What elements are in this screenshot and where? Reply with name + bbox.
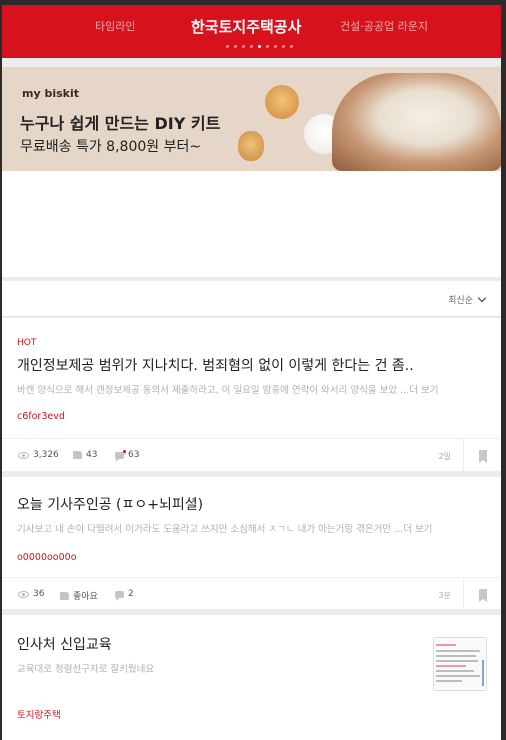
- post-title[interactable]: 개인정보제공 범위가 지나치다. 범죄혐의 없이 이렇게 한다는 건 좀..: [17, 355, 414, 375]
- ad-brand: my biskit: [22, 87, 79, 100]
- comments-count: 2: [128, 589, 134, 599]
- comments-count: 63: [128, 450, 140, 460]
- page-dot[interactable]: [290, 45, 293, 48]
- post-time: 2일: [438, 452, 451, 461]
- comment-button[interactable]: 2: [115, 589, 134, 601]
- app-screen: 타임라인 한국토지주택공사 건설·공공업 라운지 my biskit 누구나 쉽…: [2, 5, 501, 740]
- ad-headline: 누구나 쉽게 만드는 DIY 키트: [20, 114, 221, 133]
- post-stats: 36 좋아요 2 3분: [2, 577, 501, 611]
- ad-banner[interactable]: my biskit 누구나 쉽게 만드는 DIY 키트 무료배송 특가 8,80…: [2, 67, 501, 171]
- page-dot[interactable]: [242, 45, 245, 48]
- post-excerpt: 교육대로 청렴선구자로 잘키웠네요: [17, 661, 417, 675]
- post-card[interactable]: 오늘 기사주인공 (ㅍㅇ+뇌피셜) 기사보고 내 손이 다떨려서 이거라도 도움…: [2, 477, 501, 611]
- comment-icon: [115, 590, 124, 601]
- hot-badge: HOT: [17, 338, 37, 348]
- post-title[interactable]: 오늘 기사주인공 (ㅍㅇ+뇌피셜): [17, 494, 203, 514]
- tab-timeline[interactable]: 타임라인: [95, 18, 135, 34]
- comment-button[interactable]: 63: [115, 449, 140, 462]
- eye-icon: [18, 590, 29, 598]
- views-stat: 36: [18, 589, 44, 599]
- page-dot[interactable]: [258, 45, 261, 48]
- views-stat: 3,326: [18, 450, 59, 460]
- post-excerpt-text: 바캔 양식으로 해서 갠정보제공 동의서 제출하라고, 이 일요일 밤중에 연락…: [17, 385, 398, 396]
- post-excerpt: 바캔 양식으로 해서 갠정보제공 동의서 제출하라고, 이 일요일 밤중에 연락…: [17, 382, 487, 396]
- post-author[interactable]: c6for3evd: [17, 411, 65, 422]
- thumbs-up-icon: [73, 451, 82, 459]
- post-author[interactable]: o0000oo00o: [17, 552, 77, 563]
- ad-blank-area: [2, 171, 501, 277]
- likes-count: 43: [86, 450, 98, 460]
- post-card[interactable]: HOT 개인정보제공 범위가 지나치다. 범죄혐의 없이 이렇게 한다는 건 좀…: [2, 318, 501, 472]
- comment-icon: [115, 449, 126, 462]
- post-card[interactable]: 인사처 신입교육 교육대로 청렴선구자로 잘키웠네요 토지랑주택: [2, 615, 501, 740]
- post-stats: 3,326 43 63 2일: [2, 438, 501, 472]
- page-dot[interactable]: [234, 45, 237, 48]
- more-link[interactable]: ...더 보기: [394, 524, 432, 535]
- sort-label: 최신순: [448, 296, 473, 306]
- ad-corgi-image: [265, 85, 299, 119]
- sort-bar: 최신순: [2, 281, 501, 317]
- page-dot[interactable]: [282, 45, 285, 48]
- bookmark-icon: [479, 450, 487, 463]
- tab-company[interactable]: 한국토지주택공사: [191, 16, 301, 37]
- post-time: 3분: [438, 591, 451, 600]
- post-thumbnail[interactable]: [433, 637, 487, 691]
- post-title[interactable]: 인사처 신입교육: [17, 634, 112, 654]
- company-header: 타임라인 한국토지주택공사 건설·공공업 라운지: [2, 5, 501, 58]
- thumbs-up-icon: [60, 591, 69, 600]
- ad-subline: 무료배송 특가 8,800원 부터~: [20, 139, 202, 155]
- post-excerpt-text: 기사보고 내 손이 다떨려서 이거라도 도움라고 쓰지만 소심해서 ㅈㄱㄴ 내가…: [17, 524, 392, 535]
- bookmark-icon: [479, 589, 487, 602]
- new-comment-dot: [123, 449, 126, 453]
- views-count: 36: [33, 589, 45, 599]
- eye-icon: [18, 451, 29, 459]
- bookmark-button[interactable]: [463, 578, 501, 611]
- device-frame: 타임라인 한국토지주택공사 건설·공공업 라운지 my biskit 누구나 쉽…: [0, 0, 506, 740]
- ad-dog-image: [238, 131, 264, 161]
- post-author[interactable]: 토지랑주택: [17, 707, 61, 721]
- page-dot[interactable]: [226, 45, 229, 48]
- more-link[interactable]: ...더 보기: [400, 385, 438, 396]
- page-dot[interactable]: [250, 45, 253, 48]
- bookmark-button[interactable]: [463, 439, 501, 472]
- like-button[interactable]: 43: [73, 450, 97, 460]
- views-count: 3,326: [33, 450, 59, 460]
- page-dot[interactable]: [266, 45, 269, 48]
- likes-count: 좋아요: [73, 592, 98, 602]
- like-button[interactable]: 좋아요: [60, 589, 98, 602]
- ad-bread-image: [332, 73, 501, 171]
- page-dot[interactable]: [274, 45, 277, 48]
- sort-dropdown[interactable]: 최신순: [448, 293, 487, 306]
- post-excerpt: 기사보고 내 손이 다떨려서 이거라도 도움라고 쓰지만 소심해서 ㅈㄱㄴ 내가…: [17, 521, 487, 535]
- chevron-down-icon: [477, 293, 487, 303]
- tab-lounge[interactable]: 건설·공공업 라운지: [340, 18, 428, 34]
- post-excerpt-text: 교육대로 청렴선구자로 잘키웠네요: [17, 664, 155, 675]
- page-indicator: [2, 45, 501, 48]
